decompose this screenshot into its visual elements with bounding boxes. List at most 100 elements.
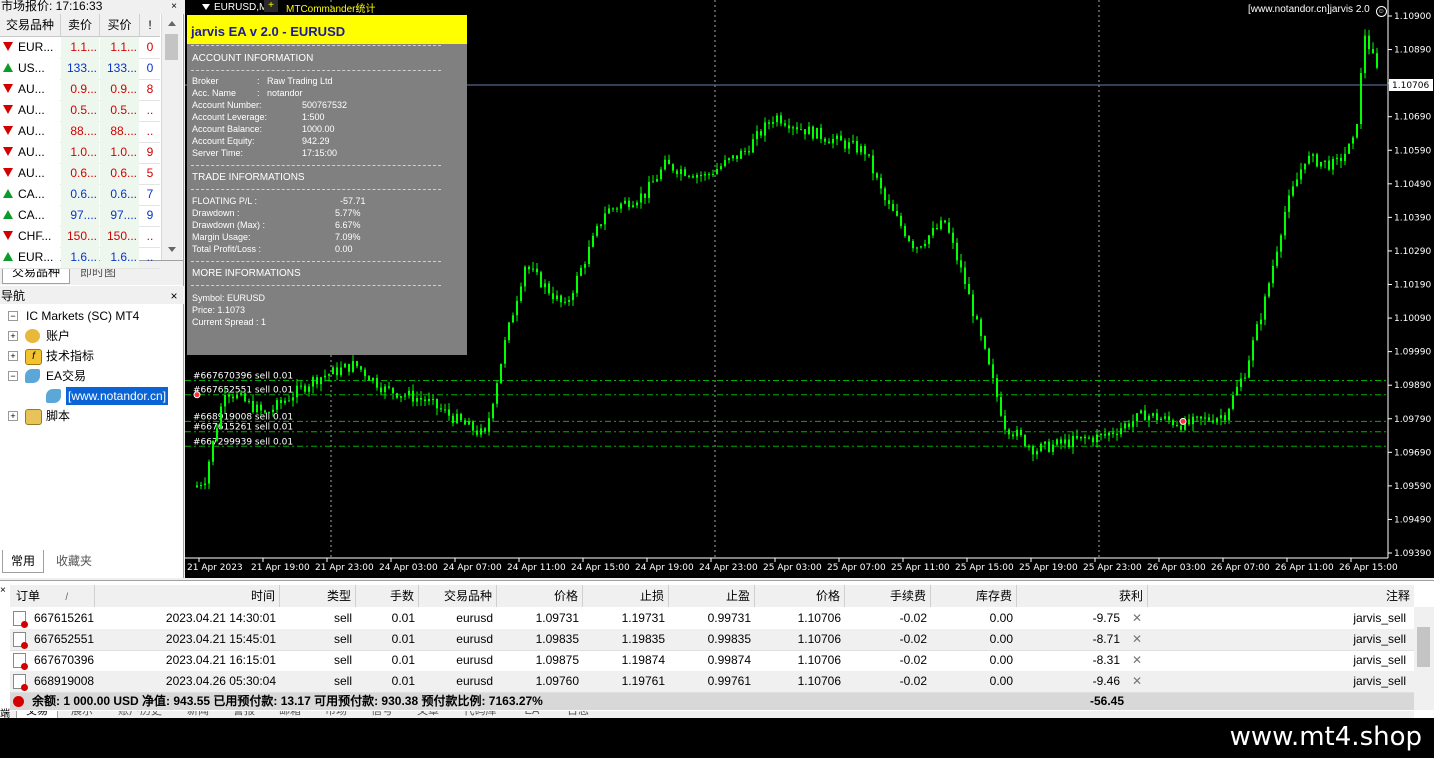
expand-icon[interactable]: + xyxy=(8,411,18,421)
row-ask: 1.0... xyxy=(100,142,139,163)
candle-body xyxy=(388,386,390,388)
col-bid[interactable]: 卖价 xyxy=(61,14,100,36)
candle-body xyxy=(200,485,202,487)
col-time[interactable]: 时间 xyxy=(95,585,280,607)
candle-body xyxy=(668,159,670,165)
order-row[interactable]: 667615261 2023.04.21 14:30:01 sell 0.01 euru… xyxy=(10,608,1414,630)
market-watch-row[interactable]: US... 133... 133... 0 xyxy=(0,58,160,80)
market-watch-row[interactable]: CA... 97.... 97.... 9 xyxy=(0,205,160,227)
candle-body xyxy=(1244,377,1246,379)
terminal-scrollbar[interactable] xyxy=(1414,607,1434,710)
col-take-profit[interactable]: 止盈 xyxy=(669,585,755,607)
candle-body xyxy=(1340,157,1342,161)
row-spread: 0 xyxy=(146,61,154,75)
cell-tp: 0.99874 xyxy=(707,653,751,667)
candle-body xyxy=(312,377,314,387)
time-tick-label: 25 Apr 15:00 xyxy=(955,563,1014,573)
market-watch-row[interactable]: EUR... 1.1... 1.1... 0 xyxy=(0,37,160,59)
candle-body xyxy=(684,169,686,176)
ea-account-value: 17:15:00 xyxy=(302,148,338,158)
ea-trade-value: 5.77% xyxy=(335,208,361,218)
candle-body xyxy=(1240,378,1242,387)
cell-swap: 0.00 xyxy=(989,611,1013,625)
col-lots[interactable]: 手数 xyxy=(356,585,419,607)
price-tick-label: 1.09790 xyxy=(1394,415,1431,425)
col-order[interactable]: 订单 / xyxy=(10,585,95,607)
row-ask: 88.... xyxy=(100,121,139,142)
tab-favorites[interactable]: 收藏夹 xyxy=(46,550,102,572)
close-order-icon[interactable]: ✕ xyxy=(1130,671,1144,692)
collapse-icon[interactable]: − xyxy=(8,371,18,381)
navigator-close-button[interactable]: × xyxy=(166,288,182,304)
ea-account-label: Account Balance: xyxy=(192,124,263,134)
candle-body xyxy=(812,126,814,139)
candle-body xyxy=(332,367,334,375)
candle-body xyxy=(800,129,802,131)
candle-body xyxy=(216,428,218,441)
close-order-icon[interactable]: ✕ xyxy=(1130,608,1144,629)
cell-sl: 1.19761 xyxy=(621,674,665,688)
divider xyxy=(191,189,441,190)
market-watch-row[interactable]: CA... 0.6... 0.6... 7 xyxy=(0,184,160,206)
candle-body xyxy=(1360,73,1362,125)
market-watch-row[interactable]: AU... 88.... 88...... xyxy=(0,121,160,143)
row-bid: 0.6... xyxy=(61,184,99,205)
close-order-icon[interactable]: ✕ xyxy=(1130,629,1144,650)
col-ask[interactable]: 买价 xyxy=(100,14,140,36)
chart-menu-icon[interactable] xyxy=(202,4,210,10)
candle-body xyxy=(208,461,210,484)
candle-body xyxy=(276,400,278,410)
terminal-header: 订单 / 时间 类型 手数 交易品种 价格 止损 止盈 价格 手续费 库存费 获… xyxy=(10,585,1414,607)
scroll-thumb[interactable] xyxy=(165,34,178,60)
cell-cur: 1.10706 xyxy=(797,653,841,667)
market-watch-row[interactable]: AU... 0.9... 0.9... 8 xyxy=(0,79,160,101)
scroll-up-icon[interactable] xyxy=(165,18,178,30)
expand-icon[interactable]: + xyxy=(8,351,18,361)
col-symbol[interactable]: 交易品种 xyxy=(419,585,497,607)
order-row[interactable]: 667670396 2023.04.21 16:15:01 sell 0.01 euru… xyxy=(10,650,1414,672)
row-symbol: CA... xyxy=(0,184,60,205)
col-type[interactable]: 类型 xyxy=(280,585,356,607)
time-tick-label: 25 Apr 23:00 xyxy=(1083,563,1142,573)
col-spread[interactable]: ! xyxy=(140,14,160,36)
candle-body xyxy=(808,126,810,135)
market-watch-scrollbar[interactable] xyxy=(161,14,182,260)
order-row[interactable]: 667652551 2023.04.21 15:45:01 sell 0.01 euru… xyxy=(10,629,1414,651)
sell-order-icon xyxy=(13,674,28,691)
ea-info-panel: jarvis EA v 2.0 - EURUSD ACCOUNT INFORMA… xyxy=(187,15,467,355)
tab-common[interactable]: 常用 xyxy=(2,550,44,573)
ea-account-value: notandor xyxy=(267,88,303,98)
market-watch-row[interactable]: CHF... 150... 150..... xyxy=(0,226,160,248)
market-watch-row[interactable]: AU... 0.6... 0.6... 5 xyxy=(0,163,160,185)
col-price[interactable]: 价格 xyxy=(497,585,583,607)
col-swap[interactable]: 库存费 xyxy=(931,585,1017,607)
expand-icon[interactable]: + xyxy=(8,331,18,341)
scroll-thumb[interactable] xyxy=(1417,627,1430,667)
order-row[interactable]: 668919008 2023.04.26 05:30:04 sell 0.01 euru… xyxy=(10,671,1414,693)
candle-body xyxy=(404,395,406,397)
cell-comment: jarvis_sell xyxy=(1353,611,1406,625)
col-stop-loss[interactable]: 止损 xyxy=(583,585,669,607)
market-watch-close-button[interactable]: × xyxy=(166,0,182,14)
market-watch-row[interactable]: EUR... 1.6... 1.6..... xyxy=(0,247,160,269)
candle-body xyxy=(596,225,598,236)
arrow-down-icon xyxy=(3,105,13,114)
market-watch-row[interactable]: AU... 1.0... 1.0... 9 xyxy=(0,142,160,164)
terminal-close-button[interactable]: × xyxy=(0,585,10,596)
scroll-down-icon[interactable] xyxy=(165,244,178,256)
close-order-icon[interactable]: ✕ xyxy=(1130,650,1144,671)
col-current-price[interactable]: 价格 xyxy=(755,585,845,607)
plus-icon[interactable]: + xyxy=(264,0,278,12)
col-comment[interactable]: 注释 xyxy=(1148,585,1414,607)
candle-body xyxy=(796,127,798,130)
ea-more-price: Price: 1.1073 xyxy=(192,305,246,315)
cell-sl: 1.19835 xyxy=(621,632,665,646)
candle-body xyxy=(364,369,366,377)
col-symbol[interactable]: 交易品种 xyxy=(0,14,61,36)
time-tick-label: 25 Apr 19:00 xyxy=(1019,563,1078,573)
col-profit[interactable]: 获利 xyxy=(1017,585,1148,607)
col-commission[interactable]: 手续费 xyxy=(845,585,931,607)
collapse-icon[interactable]: − xyxy=(8,311,18,321)
market-watch-row[interactable]: AU... 0.5... 0.5..... xyxy=(0,100,160,122)
candle-body xyxy=(432,398,434,400)
